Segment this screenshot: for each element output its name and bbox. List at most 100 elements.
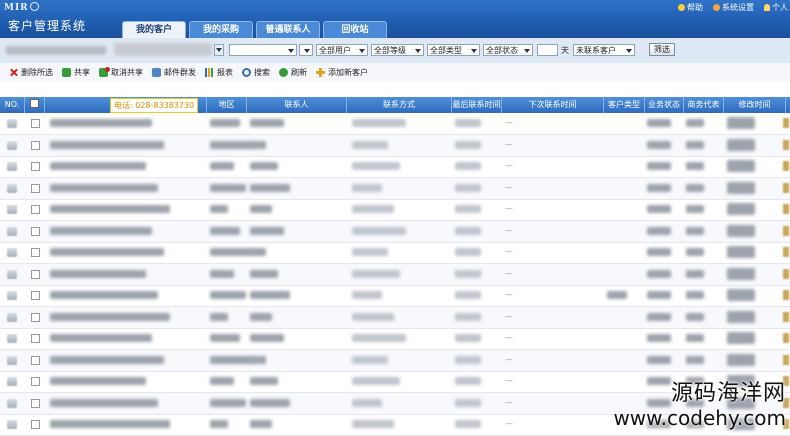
row-type-icon[interactable]: [7, 119, 17, 128]
col-customer-type[interactable]: 客户类型: [604, 97, 645, 113]
share-button[interactable]: 共享: [62, 67, 90, 78]
customer-name-cell[interactable]: [50, 377, 146, 385]
table-row[interactable]: —: [0, 134, 790, 157]
customer-name-cell[interactable]: [50, 226, 152, 235]
tab-my-purchases[interactable]: 我的采购: [189, 21, 253, 38]
row-edge-icon[interactable]: [783, 333, 789, 343]
row-type-icon[interactable]: [7, 162, 17, 171]
row-checkbox[interactable]: [31, 119, 40, 128]
refresh-button[interactable]: 刷新: [279, 67, 307, 78]
row-edge-icon[interactable]: [783, 225, 789, 236]
row-type-icon[interactable]: [7, 355, 17, 365]
row-type-icon[interactable]: [7, 269, 17, 279]
days-input[interactable]: [537, 44, 558, 56]
table-row[interactable]: —: [0, 199, 790, 221]
sub-category-select[interactable]: [299, 44, 313, 56]
report-button[interactable]: 报表: [205, 67, 233, 78]
row-checkbox[interactable]: [31, 205, 40, 214]
col-select-all[interactable]: [25, 97, 45, 113]
customer-name-cell[interactable]: [50, 334, 152, 342]
row-checkbox[interactable]: [31, 226, 40, 236]
customer-name-cell[interactable]: [50, 355, 164, 364]
col-last-contact[interactable]: 最后联系时间: [452, 97, 502, 113]
table-row[interactable]: —: [0, 156, 790, 178]
row-checkbox[interactable]: [31, 377, 40, 386]
row-checkbox[interactable]: [31, 355, 40, 365]
row-checkbox[interactable]: [31, 334, 40, 343]
col-contact[interactable]: 联系人: [247, 97, 347, 113]
row-type-icon[interactable]: [7, 226, 17, 236]
table-row[interactable]: —: [0, 220, 790, 243]
row-edge-icon[interactable]: [783, 139, 789, 150]
delete-selected-button[interactable]: 删除所选: [9, 67, 53, 78]
uncontacted-select[interactable]: 未联系客户: [573, 44, 635, 56]
row-checkbox[interactable]: [31, 312, 40, 322]
type-select[interactable]: 全部类型: [427, 44, 480, 56]
filter-button[interactable]: 筛选: [649, 43, 675, 56]
row-checkbox[interactable]: [31, 291, 40, 300]
personal-link[interactable]: 个人: [764, 2, 788, 13]
table-row[interactable]: —: [0, 306, 790, 329]
row-edge-icon[interactable]: [783, 247, 789, 257]
row-edge-icon[interactable]: [783, 311, 789, 322]
row-checkbox[interactable]: [31, 183, 40, 193]
row-type-icon[interactable]: [7, 205, 17, 214]
table-row[interactable]: —: [0, 242, 790, 264]
table-row[interactable]: —: [0, 177, 790, 200]
mass-mail-button[interactable]: 邮件群发: [152, 67, 196, 78]
col-sales-rep[interactable]: 商务代表: [684, 97, 724, 113]
settings-link[interactable]: 系统设置: [713, 2, 754, 13]
row-checkbox[interactable]: [31, 140, 40, 150]
row-edge-icon[interactable]: [783, 268, 789, 279]
customer-name-cell[interactable]: [50, 420, 170, 428]
table-row[interactable]: —: [0, 113, 790, 135]
tab-contacts[interactable]: 普通联系人: [256, 21, 320, 38]
row-type-icon[interactable]: [7, 183, 17, 193]
row-edge-icon[interactable]: [783, 161, 789, 171]
unshare-button[interactable]: 取消共享: [99, 67, 143, 78]
customer-name-cell[interactable]: [50, 248, 164, 256]
table-row[interactable]: —: [0, 285, 790, 307]
level-select[interactable]: 全部等级: [371, 44, 424, 56]
row-edge-icon[interactable]: [783, 118, 789, 128]
col-region[interactable]: 地区: [207, 97, 247, 113]
row-checkbox[interactable]: [31, 269, 40, 279]
table-row[interactable]: —: [0, 349, 790, 372]
table-row[interactable]: —: [0, 328, 790, 350]
add-customer-button[interactable]: 添加新客户: [316, 67, 368, 78]
customer-name-cell[interactable]: [50, 269, 146, 278]
keyword-dropdown-button[interactable]: [214, 44, 224, 56]
customer-name-cell[interactable]: [50, 205, 170, 213]
row-type-icon[interactable]: [7, 377, 17, 386]
help-link[interactable]: 帮助: [678, 2, 703, 13]
row-type-icon[interactable]: [7, 398, 17, 408]
row-type-icon[interactable]: [7, 140, 17, 150]
col-method[interactable]: 联系方式: [347, 97, 452, 113]
status-select[interactable]: 全部状态: [483, 44, 533, 56]
customer-name-cell[interactable]: [50, 291, 158, 299]
customer-name-cell[interactable]: [50, 312, 170, 321]
row-edge-icon[interactable]: [783, 354, 789, 365]
search-button[interactable]: 搜索: [242, 67, 270, 78]
row-type-icon[interactable]: [7, 420, 17, 429]
row-checkbox[interactable]: [31, 248, 40, 257]
row-edge-icon[interactable]: [783, 182, 789, 193]
tab-my-customers[interactable]: 我的客户: [122, 21, 186, 38]
customer-name-cell[interactable]: [50, 398, 158, 407]
user-select[interactable]: 全部用户: [316, 44, 368, 56]
row-checkbox[interactable]: [31, 398, 40, 408]
row-type-icon[interactable]: [7, 248, 17, 257]
row-edge-icon[interactable]: [783, 290, 789, 300]
customer-name-cell[interactable]: [50, 140, 164, 149]
tab-recycle-bin[interactable]: 回收站: [323, 21, 387, 38]
row-checkbox[interactable]: [31, 420, 40, 429]
category-select[interactable]: [229, 44, 297, 56]
select-all-checkbox[interactable]: [30, 99, 39, 108]
row-checkbox[interactable]: [31, 162, 40, 171]
col-modified[interactable]: 修改时间: [724, 97, 786, 113]
customer-name-cell[interactable]: [50, 162, 146, 170]
keyword-input[interactable]: [114, 43, 212, 56]
col-next-contact[interactable]: 下次联系时间: [502, 97, 604, 113]
row-type-icon[interactable]: [7, 312, 17, 322]
col-no[interactable]: NO.: [0, 97, 25, 113]
